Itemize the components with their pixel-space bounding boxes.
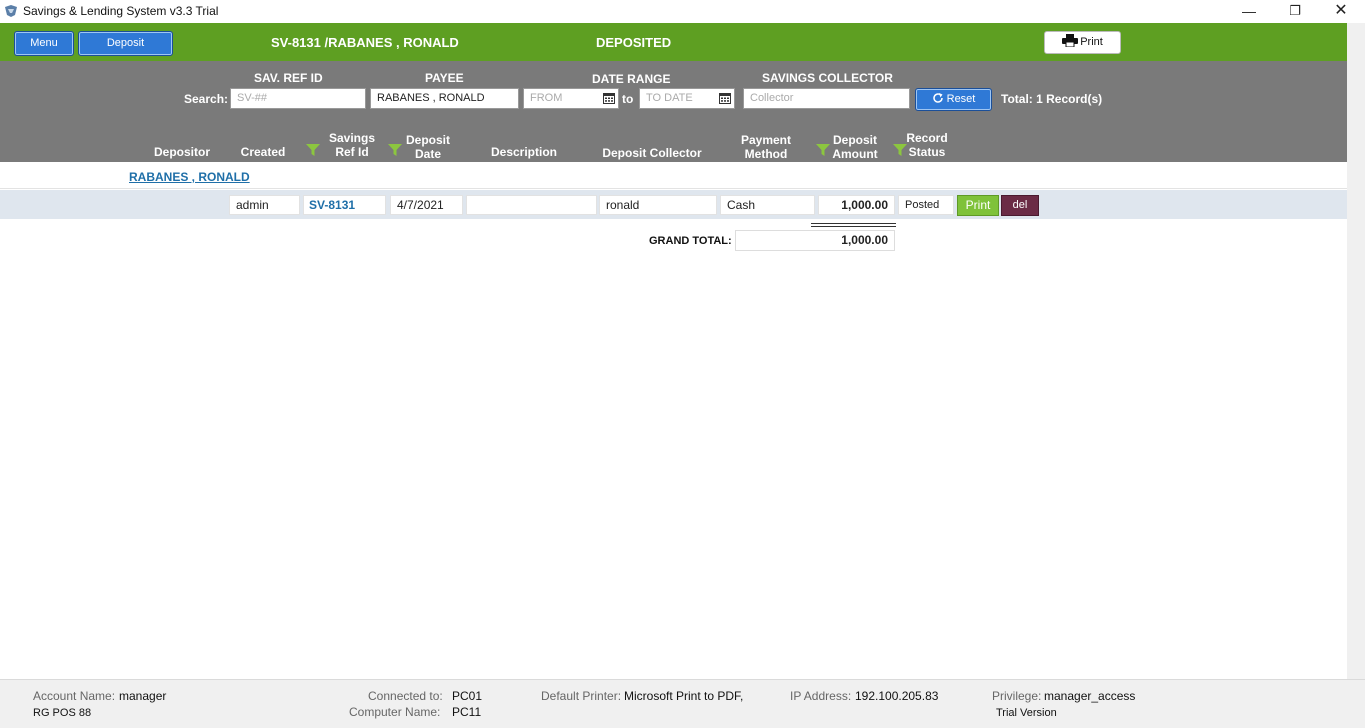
column-deposit-date-line1: Deposit — [405, 133, 450, 147]
print-button-label: Print — [1080, 36, 1103, 48]
connected-to-value: PC01 — [452, 689, 483, 703]
cell-deposit-date: 4/7/2021 — [390, 195, 463, 215]
column-depositor[interactable]: Depositor — [151, 145, 213, 159]
cell-created: admin — [229, 195, 300, 215]
close-button[interactable]: ✕ — [1318, 0, 1364, 23]
from-date-placeholder: FROM — [530, 92, 563, 104]
maximize-button[interactable]: ❐ — [1272, 0, 1318, 23]
cell-collector: ronald — [599, 195, 717, 215]
column-record-status[interactable]: Record Status — [904, 131, 950, 159]
status-footer: Account Name: manager RG POS 88 Connecte… — [0, 679, 1365, 728]
cell-ref-id[interactable]: SV-8131 — [303, 195, 386, 215]
column-deposit-amount-line1: Deposit — [832, 133, 877, 147]
column-savings-ref-id[interactable]: Savings Ref Id — [324, 131, 380, 159]
funnel-icon[interactable] — [816, 143, 830, 157]
reset-label: Reset — [946, 93, 976, 105]
computer-name-value: PC11 — [452, 705, 482, 719]
depositor-link[interactable]: RABANES , RONALD — [129, 170, 250, 184]
column-savings-ref-line1: Savings — [328, 131, 376, 145]
menu-button[interactable]: Menu — [14, 31, 74, 56]
connected-to-label: Connected to: — [368, 689, 443, 703]
version-label: Trial Version — [996, 707, 1057, 719]
app-logo-icon — [5, 5, 17, 17]
deposit-button[interactable]: Deposit — [78, 31, 173, 56]
date-range-label: DATE RANGE — [592, 72, 671, 86]
refresh-icon — [932, 93, 943, 103]
default-printer-value: Microsoft Print to PDF, — [624, 689, 744, 703]
column-payment-method-line2: Method — [744, 147, 788, 161]
column-deposit-date[interactable]: Deposit Date — [402, 133, 454, 161]
collector-input[interactable]: Collector — [743, 88, 910, 109]
account-name-value: manager — [119, 689, 167, 703]
sav-ref-label: SAV. REF ID — [254, 71, 323, 85]
cell-status: Posted — [898, 195, 954, 215]
payee-label: PAYEE — [425, 71, 464, 85]
to-date-placeholder: TO DATE — [646, 92, 693, 104]
payee-input[interactable]: RABANES , RONALD — [370, 88, 519, 109]
grand-total-value: 1,000.00 — [735, 230, 895, 251]
print-button[interactable]: Print — [1044, 31, 1121, 54]
column-record-status-line1: Record — [906, 131, 948, 145]
privilege-label: Privilege: — [992, 689, 1042, 703]
ip-address-label: IP Address: — [790, 689, 852, 703]
column-created[interactable]: Created — [236, 145, 290, 159]
reset-button[interactable]: Reset — [915, 88, 992, 111]
column-deposit-amount[interactable]: Deposit Amount — [830, 133, 880, 161]
record-count: Total: 1 Record(s) — [1001, 92, 1103, 106]
group-row: RABANES , RONALD — [0, 162, 1347, 189]
funnel-icon[interactable] — [306, 143, 320, 157]
row-print-button[interactable]: Print — [957, 195, 999, 216]
privilege-value: manager_access — [1044, 689, 1136, 703]
table-row: admin SV-8131 4/7/2021 ronald Cash 1,000… — [0, 190, 1347, 219]
filter-panel: SAV. REF ID PAYEE DATE RANGE SAVINGS COL… — [0, 61, 1347, 162]
record-status-title: DEPOSITED — [596, 35, 672, 50]
pos-name: RG POS 88 — [33, 707, 92, 719]
column-record-status-line2: Status — [908, 145, 946, 159]
search-label: Search: — [184, 92, 229, 106]
column-deposit-amount-line2: Amount — [832, 147, 878, 161]
column-savings-ref-line2: Ref Id — [335, 145, 369, 159]
column-description[interactable]: Description — [484, 145, 564, 159]
to-date-input[interactable]: TO DATE — [639, 88, 735, 109]
ip-address-value: 192.100.205.83 — [855, 689, 939, 703]
column-deposit-collector[interactable]: Deposit Collector — [597, 146, 707, 160]
cell-amount: 1,000.00 — [818, 195, 895, 215]
savings-collector-label: SAVINGS COLLECTOR — [762, 71, 893, 85]
to-label: to — [622, 92, 634, 106]
title-bar: Savings & Lending System v3.3 Trial — ❐ … — [0, 0, 1365, 23]
minimize-button[interactable]: — — [1226, 0, 1272, 23]
cell-description — [466, 195, 597, 215]
vertical-scrollbar[interactable] — [1347, 23, 1365, 679]
total-underline — [811, 223, 896, 227]
column-payment-method-line1: Payment — [740, 133, 792, 147]
sav-ref-input[interactable]: SV-## — [230, 88, 366, 109]
calendar-icon[interactable] — [603, 92, 615, 104]
account-name-label: Account Name: — [33, 689, 116, 703]
window-title: Savings & Lending System v3.3 Trial — [23, 4, 219, 18]
cell-payment-method: Cash — [720, 195, 815, 215]
from-date-input[interactable]: FROM — [523, 88, 619, 109]
grand-total-label: GRAND TOTAL: — [649, 235, 732, 247]
calendar-icon[interactable] — [719, 92, 731, 104]
computer-name-label: Computer Name: — [349, 705, 441, 719]
column-payment-method[interactable]: Payment Method — [736, 133, 796, 161]
printer-icon — [1062, 34, 1079, 48]
header-bar: Menu Deposit SV-8131 /RABANES , RONALD D… — [0, 23, 1347, 61]
column-deposit-date-line2: Date — [414, 147, 441, 161]
default-printer-label: Default Printer: — [541, 689, 622, 703]
record-reference: SV-8131 /RABANES , RONALD — [271, 35, 459, 50]
row-delete-button[interactable]: del — [1001, 195, 1039, 216]
funnel-icon[interactable] — [388, 143, 402, 157]
